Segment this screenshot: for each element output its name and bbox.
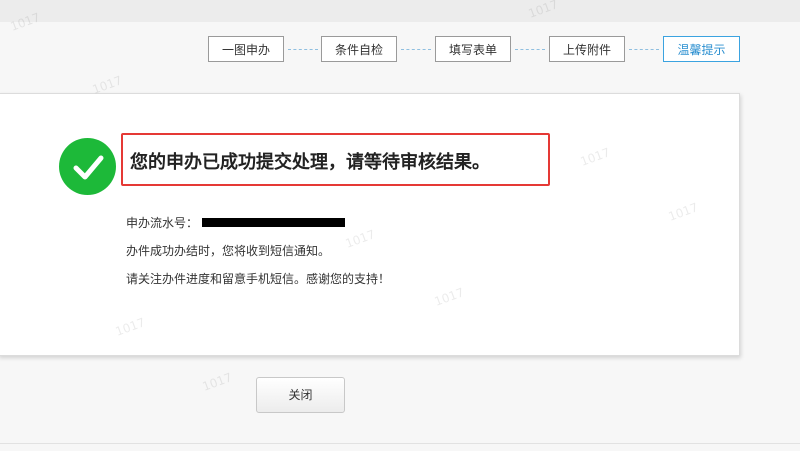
serial-number-line: 申办流水号： (126, 214, 346, 231)
step-condition-check[interactable]: 条件自检 (321, 36, 397, 62)
success-check-icon (59, 138, 116, 195)
step-upload-attachment[interactable]: 上传附件 (549, 36, 625, 62)
step-friendly-tips[interactable]: 温馨提示 (663, 36, 740, 62)
success-headline: 您的申办已成功提交处理，请等待审核结果。 (130, 152, 490, 173)
step-one-map-apply[interactable]: 一图申办 (208, 36, 284, 62)
sms-notice-text: 办件成功办结时，您将收到短信通知。 (126, 244, 331, 258)
serial-number-label: 申办流水号： (126, 216, 199, 230)
step-label: 条件自检 (334, 43, 383, 57)
bottom-divider (0, 443, 800, 444)
step-label: 填写表单 (448, 43, 497, 57)
step-fill-form[interactable]: 填写表单 (435, 36, 511, 62)
step-connector (288, 49, 318, 50)
step-connector (515, 49, 545, 50)
close-button[interactable]: 关闭 (256, 377, 345, 413)
step-label: 温馨提示 (677, 43, 726, 57)
step-label: 一图申办 (221, 43, 270, 57)
top-band (0, 0, 800, 22)
step-connector (401, 49, 431, 50)
step-connector (629, 49, 659, 50)
step-label: 上传附件 (562, 43, 611, 57)
progress-reminder-text: 请关注办件进度和留意手机短信。感谢您的支持！ (126, 272, 391, 286)
serial-number-redaction (202, 218, 346, 227)
